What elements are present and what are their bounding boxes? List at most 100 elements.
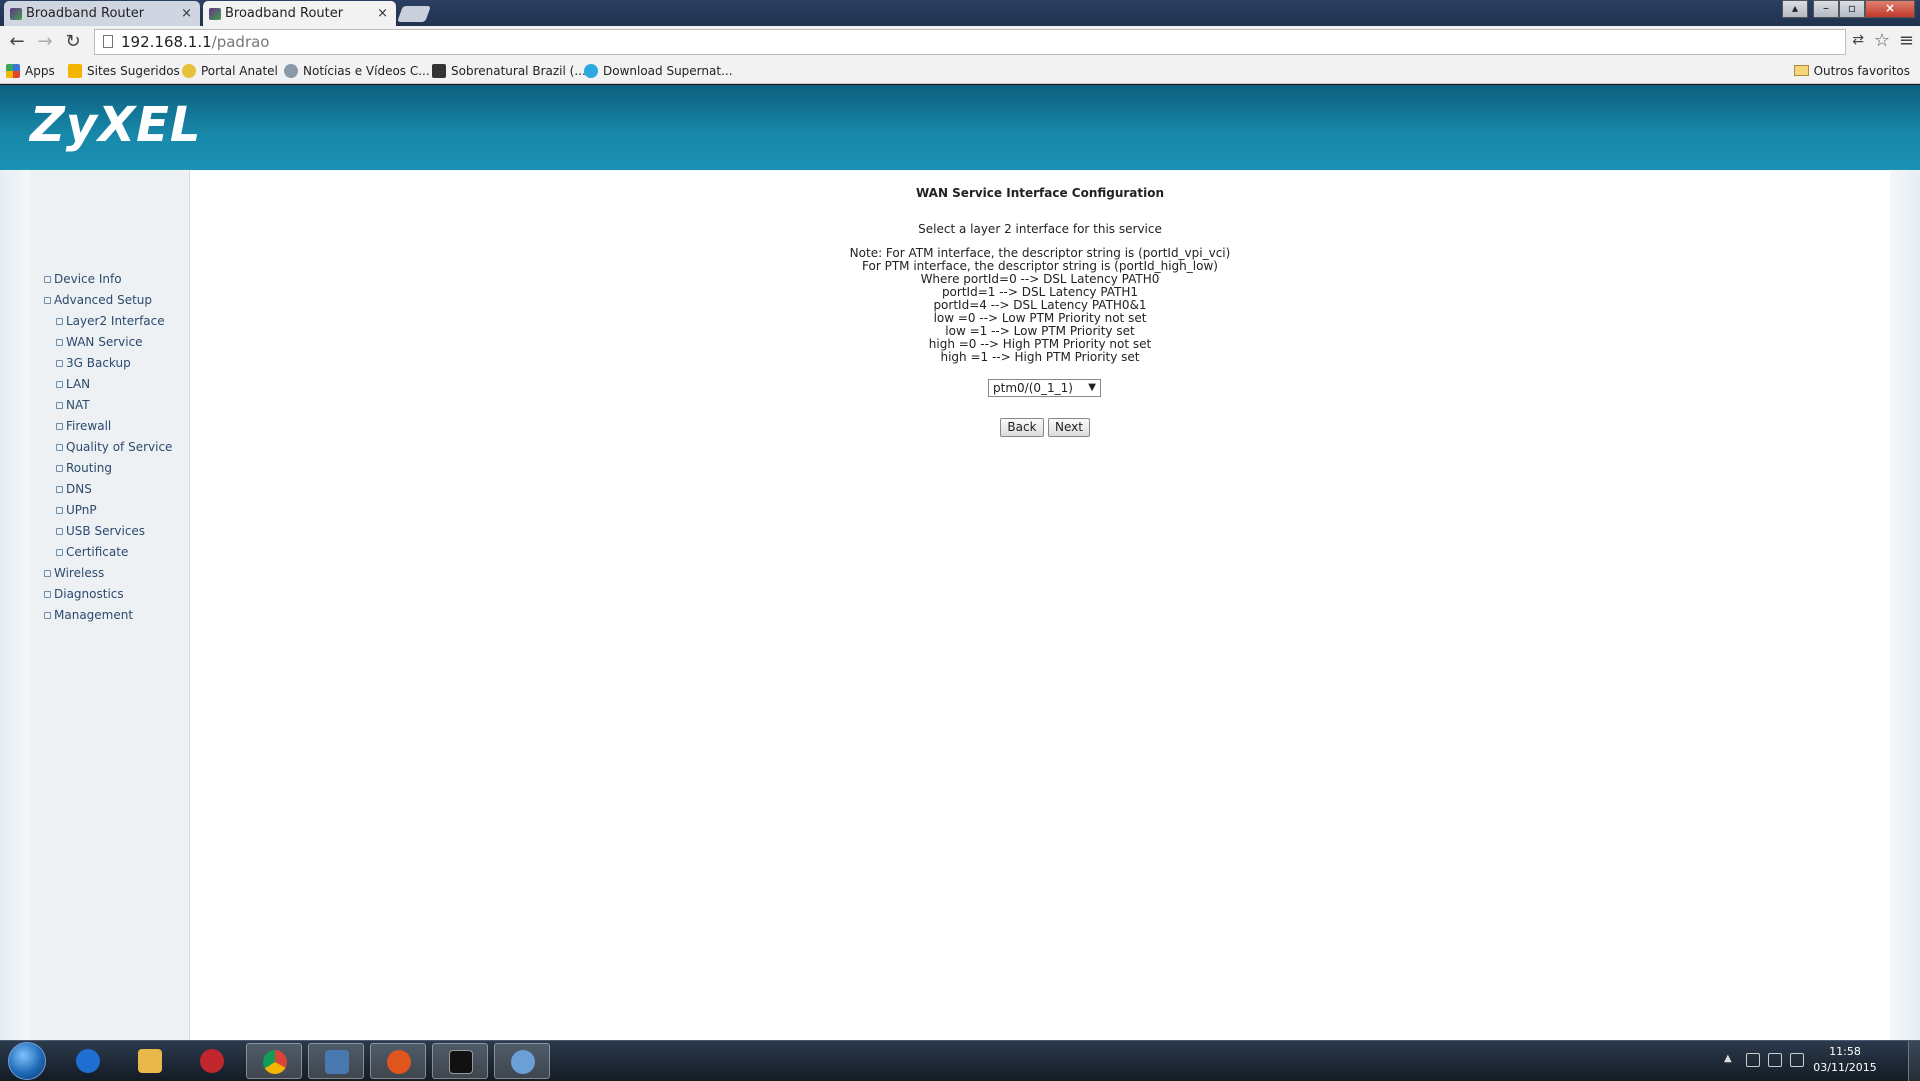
user-profile-button[interactable]: ▴ — [1782, 0, 1808, 18]
url-path: /padrao — [211, 33, 270, 51]
internet-explorer-icon — [76, 1049, 100, 1073]
show-hidden-icons-icon[interactable]: ▲ — [1724, 1053, 1732, 1064]
sidebar-item-management[interactable]: Management — [44, 608, 133, 622]
taskbar: ▲ 11:58 03/11/2015 — [0, 1040, 1920, 1081]
menu-icon[interactable]: ≡ — [1899, 30, 1914, 51]
note-line: high =1 --> High PTM Priority set — [940, 350, 1140, 364]
sidebar-item-usb-services[interactable]: USB Services — [56, 524, 145, 538]
sidebar-item-upnp[interactable]: UPnP — [56, 503, 97, 517]
anatel-icon — [182, 64, 196, 78]
minimize-button[interactable]: – — [1813, 0, 1839, 18]
zyxel-logo: ZyXEL — [30, 97, 202, 153]
reload-icon[interactable]: ↻ — [62, 31, 84, 53]
router-favicon-icon — [10, 8, 22, 20]
app-icon — [200, 1049, 224, 1073]
note-line: low =1 --> Low PTM Priority set — [945, 324, 1135, 338]
network-icon[interactable] — [1768, 1053, 1782, 1067]
instruction-text: Select a layer 2 interface for this serv… — [918, 222, 1162, 236]
sidebar-item-3g-backup[interactable]: 3G Backup — [56, 356, 131, 370]
site-icon — [432, 64, 446, 78]
sidebar-item-wireless[interactable]: Wireless — [44, 566, 104, 580]
next-button[interactable]: Next — [1048, 418, 1090, 437]
sidebar-item-routing[interactable]: Routing — [56, 461, 112, 475]
chrome-icon — [263, 1050, 287, 1074]
page-icon — [103, 35, 113, 48]
taskbar-app-orange[interactable] — [370, 1043, 426, 1079]
clock-time[interactable]: 11:58 — [1810, 1045, 1880, 1058]
sidebar-item-wan-service[interactable]: WAN Service — [56, 335, 143, 349]
main-panel: WAN Service Interface Configuration Sele… — [190, 171, 1890, 1041]
browser-tab[interactable]: Broadband Router × — [4, 1, 200, 26]
sidebar-item-certificate[interactable]: Certificate — [56, 545, 128, 559]
address-bar[interactable]: 192.168.1.1/padrao — [94, 29, 1846, 55]
dropdown-arrow-icon: ▼ — [1088, 382, 1096, 393]
sidebar-item-advanced-setup[interactable]: Advanced Setup — [44, 293, 152, 307]
sidebar-item-nat[interactable]: NAT — [56, 398, 90, 412]
bookmark-sites-sugeridos[interactable]: Sites Sugeridos — [68, 63, 180, 79]
tab-close-icon[interactable]: × — [377, 1, 388, 26]
tab-close-icon[interactable]: × — [181, 1, 192, 26]
start-button[interactable] — [8, 1042, 46, 1080]
browser-tab-active[interactable]: Broadband Router × — [203, 1, 396, 26]
taskbar-app-ie[interactable] — [60, 1043, 116, 1079]
taskbar-app-cmd[interactable] — [432, 1043, 488, 1079]
bookmark-star-icon[interactable]: ☆ — [1874, 30, 1890, 51]
page-header: ZyXEL — [0, 85, 1920, 170]
taskbar-app-paint[interactable] — [494, 1043, 550, 1079]
taskbar-app-control-panel[interactable] — [308, 1043, 364, 1079]
maximize-button[interactable]: ▫ — [1839, 0, 1865, 18]
sidebar-item-diagnostics[interactable]: Diagnostics — [44, 587, 124, 601]
note-line: portId=1 --> DSL Latency PATH1 — [941, 285, 1139, 299]
taskbar-app-explorer[interactable] — [122, 1043, 178, 1079]
action-center-flag-icon[interactable] — [1746, 1053, 1760, 1067]
sidebar-nav: Device Info Advanced Setup Layer2 Interf… — [30, 171, 190, 1041]
router-favicon-icon — [209, 8, 221, 20]
sidebar-item-firewall[interactable]: Firewall — [56, 419, 111, 433]
bookmark-download[interactable]: Download Supernat... — [584, 63, 733, 79]
translate-icon[interactable]: ⇄ — [1852, 32, 1864, 48]
user-icon: ▴ — [1791, 1, 1799, 15]
tab-title: Broadband Router — [26, 6, 145, 21]
layer2-interface-select[interactable]: ptm0/(0_1_1) ▼ — [988, 379, 1101, 397]
folder-icon — [1793, 65, 1809, 76]
note-line: low =0 --> Low PTM Priority not set — [933, 311, 1147, 325]
paint-icon — [511, 1050, 535, 1074]
bookmarks-bar: Apps Sites Sugeridos Portal Anatel Notíc… — [0, 58, 1920, 84]
bookmark-noticias[interactable]: Notícias e Vídeos C... — [284, 63, 430, 79]
restore-icon: ▫ — [1847, 1, 1857, 15]
sidebar-item-layer2-interface[interactable]: Layer2 Interface — [56, 314, 165, 328]
tab-title: Broadband Router — [225, 6, 344, 21]
bookmark-sobrenatural[interactable]: Sobrenatural Brazil (... — [432, 63, 586, 79]
command-prompt-icon — [449, 1050, 473, 1074]
other-bookmarks[interactable]: Outros favoritos — [1793, 63, 1910, 79]
bookmark-apps[interactable]: Apps — [6, 63, 55, 79]
note-line: Where portId=0 --> DSL Latency PATH0 — [920, 272, 1160, 286]
sidebar-item-dns[interactable]: DNS — [56, 482, 92, 496]
volume-icon[interactable] — [1790, 1053, 1804, 1067]
forward-arrow-icon[interactable]: → — [34, 31, 56, 53]
browser-tab-strip: Broadband Router × Broadband Router × ▴ … — [0, 0, 1920, 26]
new-tab-button[interactable] — [397, 6, 431, 22]
sidebar-item-device-info[interactable]: Device Info — [44, 272, 122, 286]
system-tray: ▲ 11:58 03/11/2015 — [1720, 1041, 1920, 1081]
url-host: 192.168.1.1 — [121, 33, 212, 51]
minimize-icon: – — [1823, 1, 1829, 15]
taskbar-app-chrome[interactable] — [246, 1043, 302, 1079]
note-line: high =0 --> High PTM Priority not set — [928, 337, 1152, 351]
show-desktop-button[interactable] — [1908, 1041, 1920, 1081]
router-page: ZyXEL Device Info Advanced Setup Layer2 … — [0, 85, 1920, 1041]
window-close-button[interactable]: × — [1865, 0, 1915, 18]
taskbar-app-red[interactable] — [184, 1043, 240, 1079]
back-arrow-icon[interactable]: ← — [6, 31, 28, 53]
bookmark-portal-anatel[interactable]: Portal Anatel — [182, 63, 278, 79]
note-line: portId=4 --> DSL Latency PATH0&1 — [933, 298, 1147, 312]
close-icon: × — [1884, 1, 1896, 15]
page-title: WAN Service Interface Configuration — [915, 186, 1165, 200]
sidebar-item-qos[interactable]: Quality of Service — [56, 440, 172, 454]
sidebar-item-lan[interactable]: LAN — [56, 377, 90, 391]
folder-icon — [138, 1049, 162, 1073]
clock-date[interactable]: 03/11/2015 — [1810, 1061, 1880, 1074]
note-line: Note: For ATM interface, the descriptor … — [849, 246, 1231, 260]
download-icon — [584, 64, 598, 78]
back-button[interactable]: Back — [1000, 418, 1044, 437]
